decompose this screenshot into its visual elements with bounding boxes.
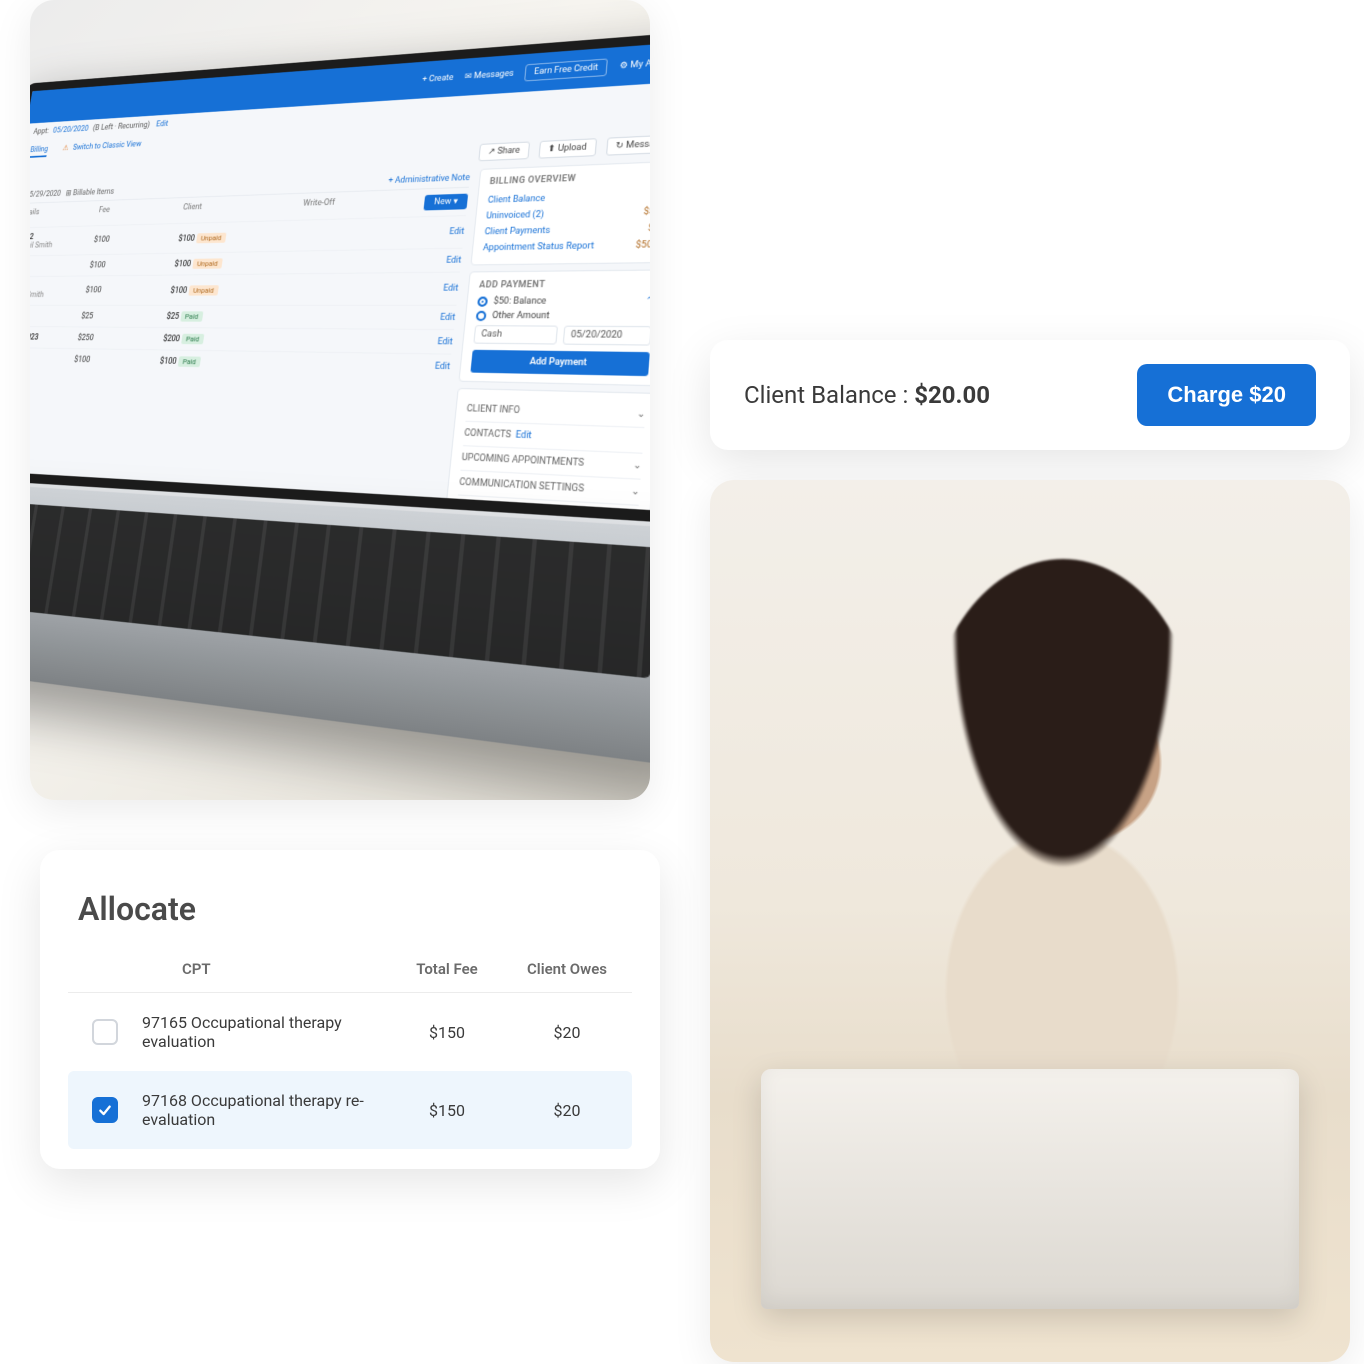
add-payment-button[interactable]: Add Payment: [470, 350, 649, 376]
payment-amount-radio[interactable]: $50: Balance⌃: [477, 296, 650, 307]
col-client: Client: [182, 200, 273, 217]
row-edit-link[interactable]: Edit: [350, 336, 454, 347]
tab-billing[interactable]: Billing: [30, 145, 49, 158]
billable-row: otherapy $100 $100 Paid Edit: [30, 347, 451, 378]
side-accordions: CLIENT INFO⌄ CONTACTS Edit UPCOMING APPO…: [430, 388, 650, 523]
allocate-row[interactable]: 97165 Occupational therapy evaluation $1…: [68, 993, 632, 1071]
allocate-card: Allocate CPT Total Fee Client Owes 97165…: [40, 850, 660, 1169]
laptop-photo: + Create ✉ Messages Earn Free Credit ⚙ M…: [30, 0, 650, 800]
new-button[interactable]: New ▾: [424, 194, 468, 211]
lifestyle-photo: [710, 480, 1350, 1362]
payment-method-select[interactable]: Cash: [473, 325, 558, 344]
add-payment-panel: ADD PAYMENT $50: Balance⌃ Other Amount C…: [458, 269, 650, 386]
col-details: Details: [30, 206, 99, 222]
appt-date[interactable]: 05/20/2020: [52, 125, 89, 135]
client-balance-text: Client Balance : $20.00: [744, 381, 990, 409]
switch-view-link[interactable]: Switch to Classic View: [72, 140, 142, 156]
my-account-link[interactable]: My Account: [630, 57, 650, 70]
overview-link[interactable]: Uninvoiced (2): [486, 210, 545, 222]
allocate-row[interactable]: 97168 Occupational therapy re-evaluation…: [68, 1071, 632, 1149]
overview-link[interactable]: Client Balance: [487, 194, 545, 206]
col-writeoff: Write-Off: [271, 197, 368, 215]
billing-screen: + Create ✉ Messages Earn Free Credit ⚙ M…: [30, 30, 650, 523]
billable-items-heading: Billable Items: [72, 188, 114, 198]
status-badge: Unpaid: [188, 285, 219, 295]
share-button[interactable]: ↗ Share: [478, 142, 530, 162]
col-cpt: CPT: [142, 960, 392, 978]
status-badge: Unpaid: [192, 258, 223, 269]
client-balance-amount: $20.00: [914, 381, 990, 409]
cpt-description: 97168 Occupational therapy re-evaluation: [142, 1091, 392, 1129]
create-button[interactable]: + Create: [422, 73, 454, 84]
row-edit-link[interactable]: Edit: [347, 360, 451, 372]
row-edit-link[interactable]: Edit: [352, 312, 455, 322]
billable-row: 1832Abigail Smith $100 $100 Unpaid Edit: [30, 272, 460, 305]
allocate-title: Allocate: [68, 890, 632, 928]
total-fee-value: $150: [392, 1023, 502, 1042]
status-badge: Unpaid: [196, 232, 226, 243]
payment-amount-radio[interactable]: Other Amount: [476, 311, 650, 322]
client-balance-card: Client Balance : $20.00 Charge $20: [710, 340, 1350, 450]
overview-link[interactable]: Appointment Status Report: [482, 241, 594, 253]
cpt-description: 97165 Occupational therapy evaluation: [142, 1013, 392, 1051]
row-edit-link[interactable]: Edit: [356, 284, 459, 294]
messages-link[interactable]: Messages: [473, 69, 514, 81]
total-fee-value: $150: [392, 1101, 502, 1120]
status-badge: Paid: [178, 356, 201, 367]
billing-overview-panel: BILLING OVERVIEW Client Balance⌃ Uninvoi…: [470, 161, 650, 266]
overview-link[interactable]: Client Payments: [484, 226, 550, 237]
row-edit-link[interactable]: Edit: [359, 255, 462, 266]
edit-link[interactable]: Edit: [155, 120, 168, 129]
row-edit-link[interactable]: Edit: [362, 227, 464, 239]
charge-button[interactable]: Charge $20: [1137, 364, 1316, 426]
client-owes-value: $20: [502, 1023, 632, 1042]
col-total-fee: Total Fee: [392, 960, 502, 978]
client-owes-value: $20: [502, 1101, 632, 1120]
status-badge: Paid: [180, 311, 203, 321]
earn-credit-chip[interactable]: Earn Free Credit: [524, 58, 608, 81]
message-button[interactable]: ↻ Message: [606, 134, 650, 155]
col-client-owes: Client Owes: [502, 960, 632, 978]
allocate-checkbox[interactable]: [92, 1019, 118, 1045]
allocate-checkbox[interactable]: [92, 1097, 118, 1123]
payment-date-field[interactable]: 05/20/2020: [563, 326, 650, 346]
status-badge: Paid: [181, 334, 204, 345]
col-fee: Fee: [97, 203, 184, 220]
billable-row: age Oils $25 $25 Paid Edit: [30, 305, 457, 329]
upload-button[interactable]: ⬆ Upload: [538, 138, 597, 158]
add-admin-note-link[interactable]: + Administrative Note: [388, 173, 471, 186]
